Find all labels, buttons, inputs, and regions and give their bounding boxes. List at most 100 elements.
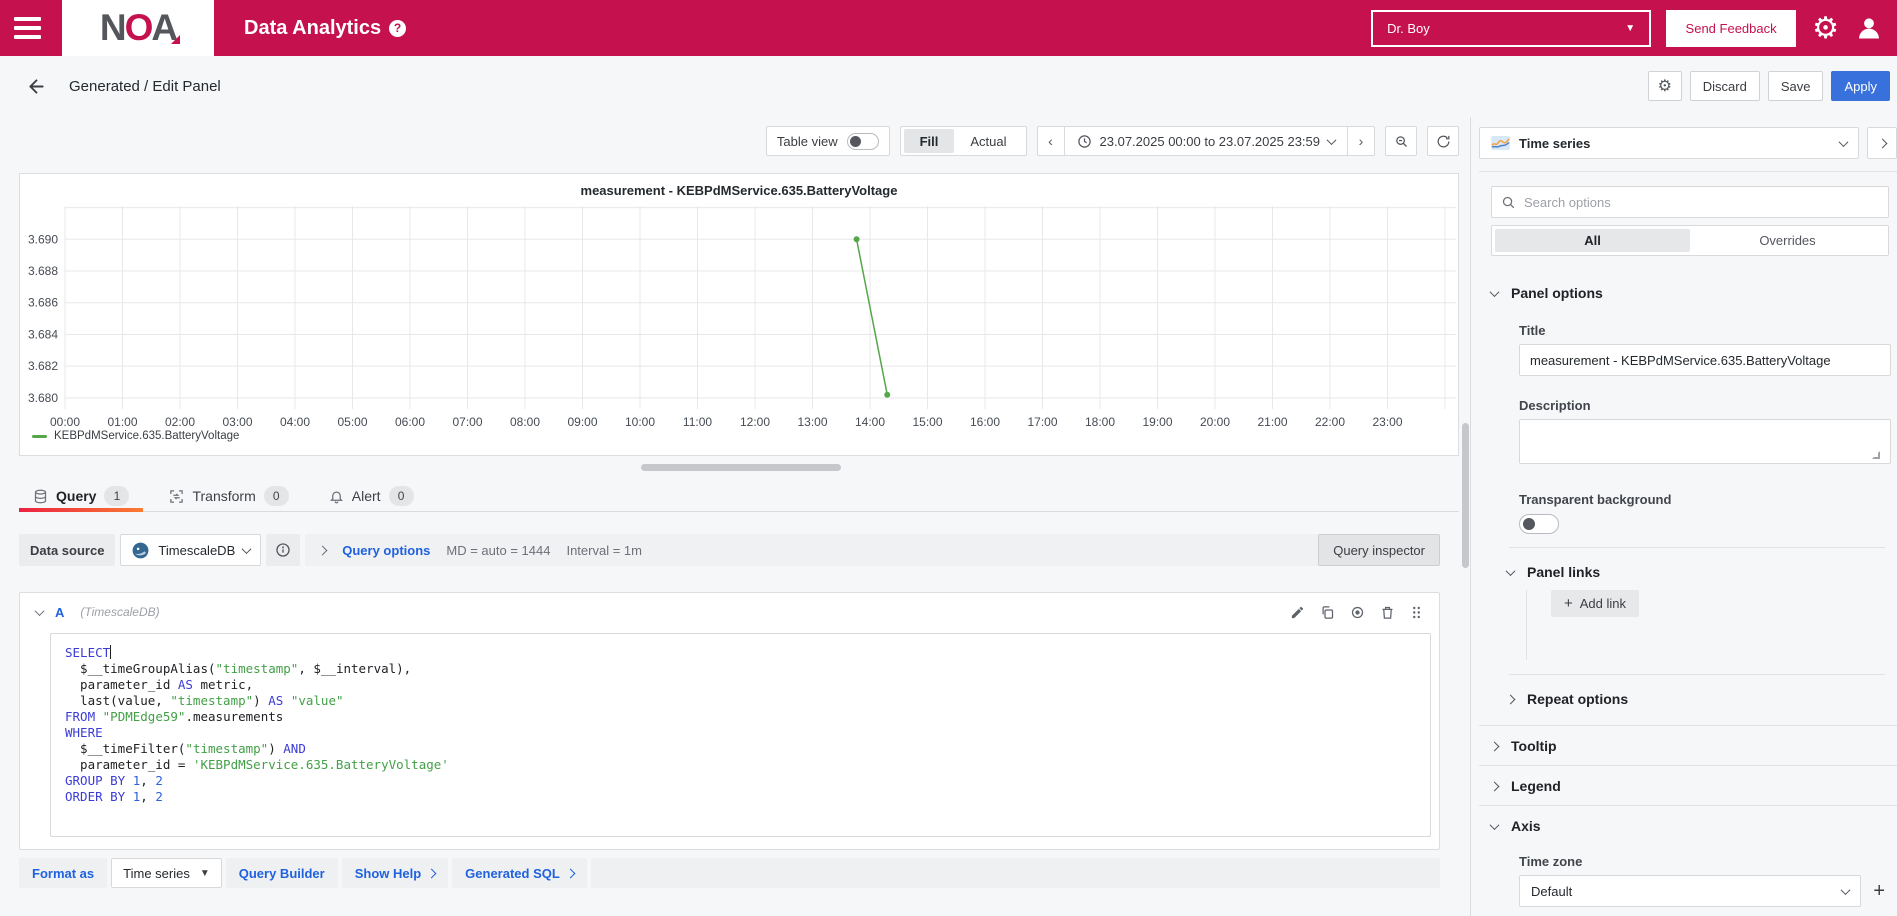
query-row-header[interactable]: A (TimescaleDB): [20, 593, 1439, 631]
table-view-toggle[interactable]: Table view: [766, 126, 890, 156]
panel-description-textarea[interactable]: [1519, 419, 1891, 464]
disable-eye-icon[interactable]: [1350, 605, 1365, 620]
tab-alert[interactable]: Alert 0: [315, 481, 428, 511]
svg-text:08:00: 08:00: [510, 415, 540, 429]
duplicate-copy-icon[interactable]: [1320, 605, 1335, 620]
options-search[interactable]: [1491, 186, 1889, 218]
sql-code-editor[interactable]: SELECT $__timeGroupAlias("timestamp", $_…: [50, 633, 1431, 837]
svg-text:07:00: 07:00: [452, 415, 482, 429]
legend-series-color: [32, 435, 47, 438]
collapse-options-button[interactable]: [1867, 127, 1897, 159]
settings-gear-icon[interactable]: ⚙: [1812, 11, 1839, 46]
query-footer-row: Format as Time series ▼ Query Builder Sh…: [19, 858, 1440, 888]
caret-down-icon: ▼: [200, 868, 210, 879]
show-help-button[interactable]: Show Help: [342, 858, 448, 888]
add-time-zone-button[interactable]: +: [1873, 881, 1885, 901]
user-dropdown[interactable]: Dr. Boy ▼: [1371, 10, 1651, 47]
refresh-button[interactable]: [1427, 126, 1459, 156]
apply-button[interactable]: Apply: [1831, 71, 1890, 101]
svg-text:18:00: 18:00: [1085, 415, 1115, 429]
edit-pencil-icon[interactable]: [1290, 605, 1305, 620]
svg-text:3.690: 3.690: [28, 232, 58, 246]
generated-sql-button[interactable]: Generated SQL: [452, 858, 587, 888]
user-profile-icon[interactable]: [1855, 14, 1883, 42]
section-tooltip[interactable]: Tooltip: [1479, 738, 1897, 754]
section-panel-links[interactable]: Panel links: [1479, 564, 1897, 580]
panel-settings-gear-button[interactable]: ⚙: [1648, 71, 1682, 101]
save-button[interactable]: Save: [1768, 71, 1824, 101]
datasource-help-button[interactable]: [266, 534, 300, 566]
svg-text:13:00: 13:00: [797, 415, 827, 429]
caret-down-icon: ▼: [1625, 23, 1635, 34]
discard-button[interactable]: Discard: [1690, 71, 1760, 101]
svg-text:16:00: 16:00: [970, 415, 1000, 429]
query-count-badge: 1: [104, 486, 129, 506]
section-legend[interactable]: Legend: [1479, 778, 1897, 794]
actual-option[interactable]: Actual: [954, 129, 1022, 153]
svg-text:12:00: 12:00: [740, 415, 770, 429]
search-icon: [1501, 195, 1516, 210]
section-axis[interactable]: Axis: [1479, 818, 1897, 834]
horizontal-scrollbar[interactable]: [641, 464, 841, 471]
drag-handle-icon[interactable]: [1410, 605, 1423, 620]
svg-text:09:00: 09:00: [567, 415, 597, 429]
time-shift-back-button[interactable]: ‹: [1038, 127, 1064, 155]
format-select[interactable]: Time series ▼: [111, 858, 222, 888]
visualization-picker[interactable]: Time series: [1479, 127, 1859, 159]
chart-title: measurement - KEBPdMService.635.BatteryV…: [20, 183, 1458, 198]
query-datasource-hint: (TimescaleDB): [80, 605, 159, 619]
help-icon[interactable]: ?: [389, 20, 406, 37]
svg-text:19:00: 19:00: [1142, 415, 1172, 429]
timeseries-viz-icon: [1491, 136, 1510, 150]
collapse-caret-icon[interactable]: [35, 606, 45, 616]
tab-transform[interactable]: Transform 0: [155, 481, 302, 511]
zoom-out-button[interactable]: [1385, 126, 1417, 156]
vertical-scrollbar[interactable]: [1462, 423, 1469, 568]
tab-all[interactable]: All: [1495, 229, 1690, 252]
tab-overrides[interactable]: Overrides: [1690, 229, 1885, 252]
section-panel-options[interactable]: Panel options: [1479, 285, 1897, 301]
svg-text:14:00: 14:00: [855, 415, 885, 429]
datasource-picker[interactable]: TimescaleDB: [120, 534, 261, 566]
refresh-icon: [1436, 134, 1451, 149]
back-arrow-icon[interactable]: [26, 76, 47, 97]
svg-text:3.686: 3.686: [28, 296, 58, 310]
query-inspector-button[interactable]: Query inspector: [1318, 534, 1440, 566]
footer-filler: [591, 858, 1440, 888]
trash-icon[interactable]: [1380, 605, 1395, 620]
query-builder-button[interactable]: Query Builder: [226, 858, 338, 888]
svg-text:15:00: 15:00: [912, 415, 942, 429]
chart-plot[interactable]: 3.6903.6883.6863.6843.6823.68000:0001:00…: [20, 204, 1458, 434]
query-options-link[interactable]: Query options: [342, 543, 430, 558]
section-repeat-options[interactable]: Repeat options: [1479, 691, 1897, 707]
datasource-label: Data source: [19, 534, 115, 566]
title-field-label: Title: [1479, 323, 1897, 338]
hamburger-menu-icon[interactable]: [0, 0, 50, 56]
plus-icon: +: [1564, 595, 1573, 612]
send-feedback-button[interactable]: Send Feedback: [1666, 10, 1796, 47]
caret-down-icon: [1839, 137, 1849, 147]
svg-text:3.682: 3.682: [28, 359, 58, 373]
noa-logo[interactable]: NOA: [62, 0, 214, 56]
format-as-label[interactable]: Format as: [19, 858, 107, 888]
add-link-button[interactable]: + Add link: [1551, 590, 1639, 617]
svg-text:3.680: 3.680: [28, 391, 58, 405]
panel-title-input[interactable]: [1519, 344, 1891, 376]
query-ref-letter: A: [55, 605, 64, 620]
tab-query[interactable]: Query 1: [19, 481, 143, 511]
transparent-bg-toggle[interactable]: [1519, 514, 1559, 534]
time-range-button[interactable]: 23.07.2025 00:00 to 23.07.2025 23:59: [1064, 127, 1348, 155]
search-options-input[interactable]: [1524, 195, 1879, 210]
chevron-right-icon: [565, 868, 575, 878]
options-filter-tabs: All Overrides: [1491, 225, 1889, 256]
svg-text:05:00: 05:00: [337, 415, 367, 429]
time-zone-select[interactable]: Default: [1519, 875, 1861, 907]
svg-text:06:00: 06:00: [395, 415, 425, 429]
fill-option[interactable]: Fill: [904, 129, 955, 153]
zoom-out-icon: [1394, 134, 1409, 149]
chart-legend[interactable]: KEBPdMService.635.BatteryVoltage: [32, 430, 239, 442]
time-shift-forward-button[interactable]: ›: [1348, 127, 1374, 155]
divider: [1479, 805, 1897, 806]
table-view-switch[interactable]: [847, 133, 879, 150]
options-sidebar: Time series All Overrides Panel options …: [1470, 117, 1897, 916]
